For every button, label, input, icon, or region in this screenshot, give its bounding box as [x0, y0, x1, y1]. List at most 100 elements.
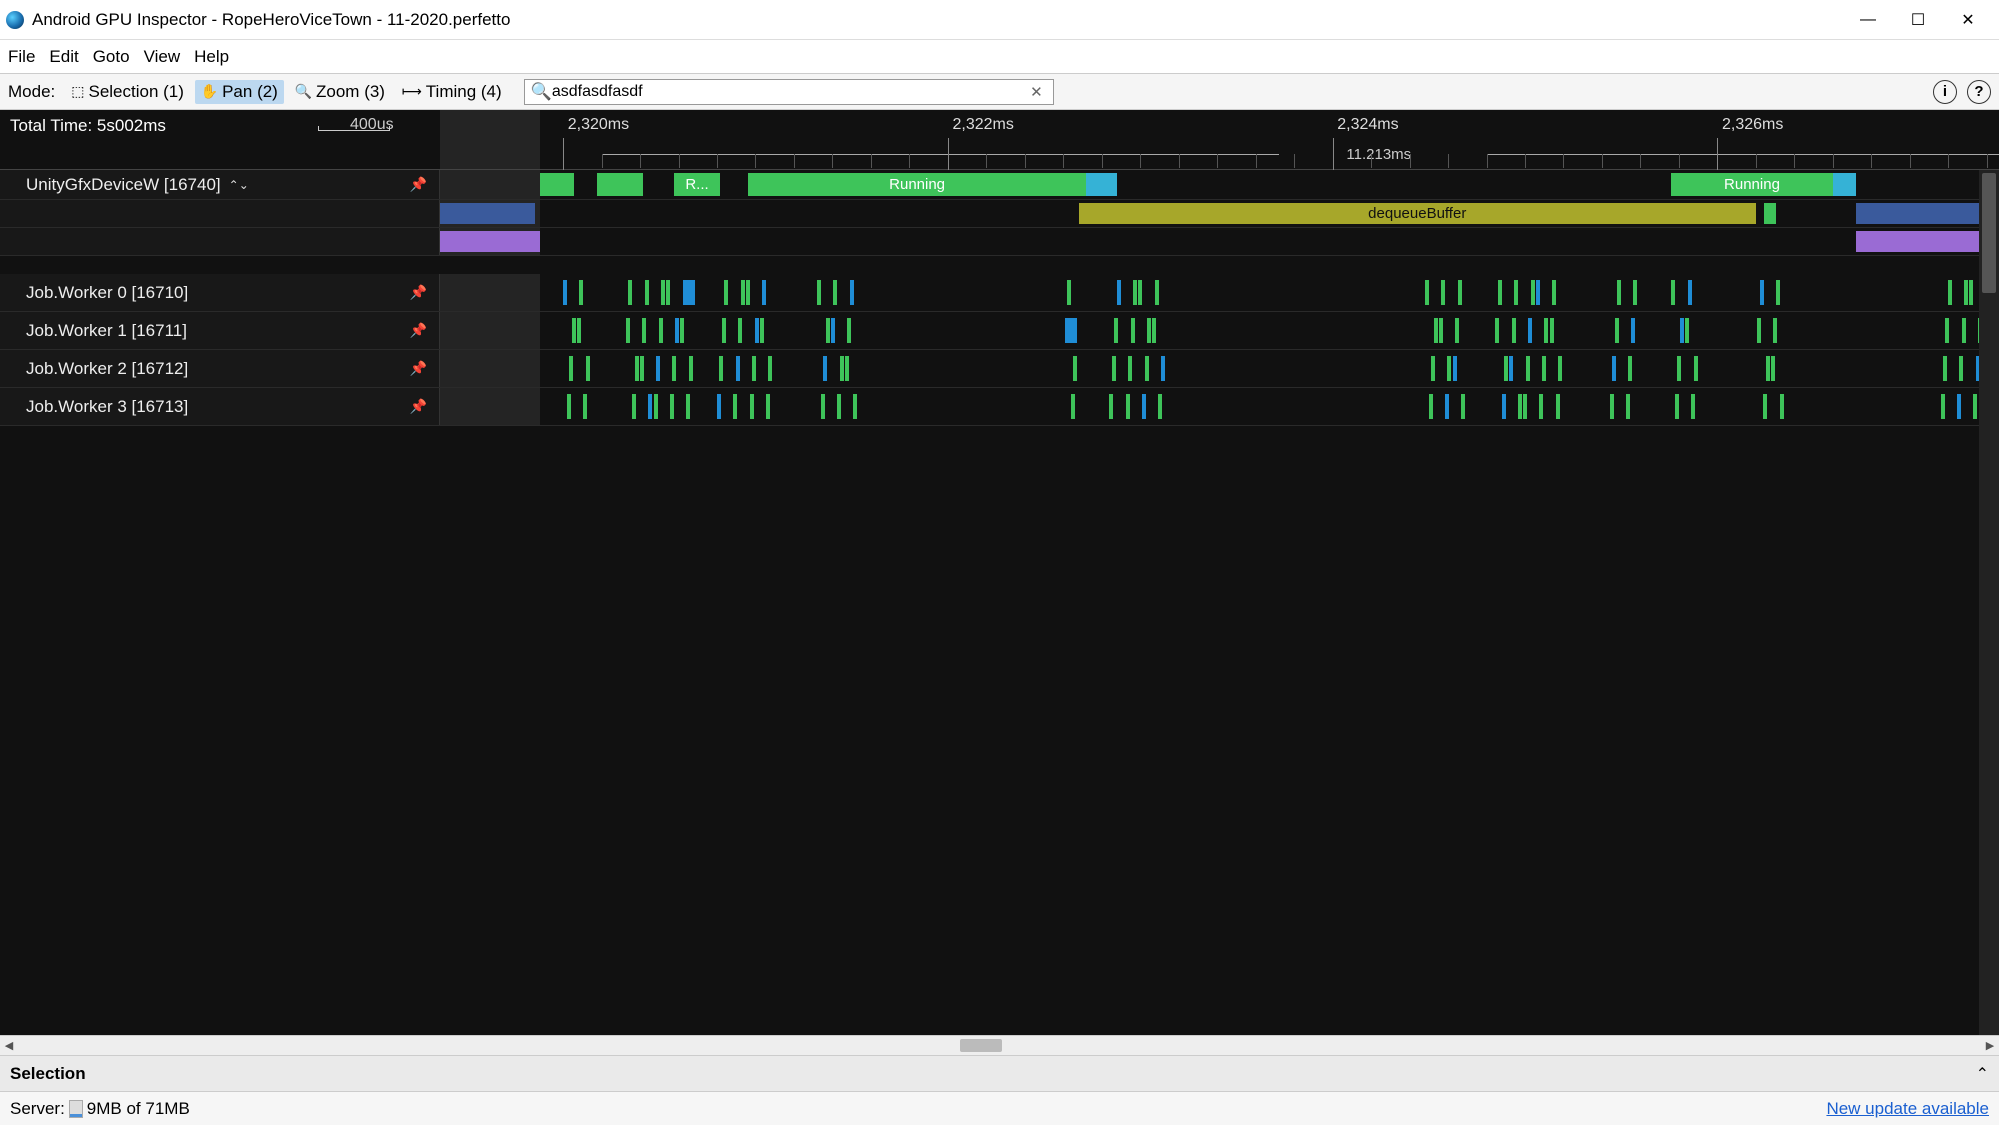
trace-tick[interactable]	[689, 356, 693, 381]
trace-tick[interactable]	[1766, 356, 1770, 381]
time-ruler[interactable]: Total Time: 5s002ms 400us 11.213ms2,320m…	[0, 110, 1999, 170]
trace-tick[interactable]	[675, 318, 679, 343]
minimize-button[interactable]: —	[1843, 0, 1893, 40]
close-button[interactable]: ✕	[1943, 0, 1993, 40]
trace-tick[interactable]	[1671, 280, 1675, 305]
track-worker[interactable]: Job.Worker 2 [16712]📌	[0, 350, 1999, 388]
trace-tick[interactable]	[569, 356, 573, 381]
trace-tick[interactable]	[1615, 318, 1619, 343]
collapse-icon[interactable]: ⌃⌄	[229, 178, 249, 192]
trace-slice[interactable]	[540, 173, 574, 196]
trace-tick[interactable]	[845, 356, 849, 381]
trace-slice[interactable]	[440, 231, 540, 252]
trace-tick[interactable]	[1691, 394, 1695, 419]
trace-slice[interactable]	[1086, 173, 1117, 196]
trace-tick[interactable]	[1780, 394, 1784, 419]
pin-icon[interactable]: 📌	[410, 360, 427, 377]
trace-tick[interactable]	[1685, 318, 1689, 343]
trace-tick[interactable]	[1138, 280, 1142, 305]
trace-tick[interactable]	[1941, 394, 1945, 419]
trace-tick[interactable]	[1694, 356, 1698, 381]
trace-tick[interactable]	[666, 280, 670, 305]
trace-tick[interactable]	[1945, 318, 1949, 343]
track-label-worker[interactable]: Job.Worker 1 [16711]📌	[0, 312, 440, 349]
trace-tick[interactable]	[1550, 318, 1554, 343]
update-link[interactable]: New update available	[1826, 1099, 1989, 1119]
trace-tick[interactable]	[741, 280, 745, 305]
trace-slice[interactable]	[1764, 203, 1776, 224]
trace-tick[interactable]	[1155, 280, 1159, 305]
track-lane[interactable]	[440, 388, 1979, 425]
trace-tick[interactable]	[1458, 280, 1462, 305]
menu-file[interactable]: File	[8, 47, 35, 67]
trace-tick[interactable]	[840, 356, 844, 381]
trace-tick[interactable]	[850, 280, 854, 305]
track-lane[interactable]	[440, 274, 1979, 311]
trace-tick[interactable]	[1126, 394, 1130, 419]
trace-tick[interactable]	[1959, 356, 1963, 381]
trace-tick[interactable]	[683, 280, 695, 305]
search-clear-icon[interactable]: ✕	[1026, 83, 1047, 101]
trace-tick[interactable]	[1498, 280, 1502, 305]
trace-tick[interactable]	[1425, 280, 1429, 305]
trace-tick[interactable]	[1073, 356, 1077, 381]
track-worker[interactable]: Job.Worker 0 [16710]📌	[0, 274, 1999, 312]
mode-zoom[interactable]: 🔍Zoom (3)	[289, 80, 391, 104]
track-lane[interactable]	[440, 350, 1979, 387]
trace-tick[interactable]	[736, 356, 740, 381]
trace-tick[interactable]	[821, 394, 825, 419]
pin-icon[interactable]: 📌	[410, 398, 427, 415]
trace-tick[interactable]	[1509, 356, 1513, 381]
trace-tick[interactable]	[1964, 280, 1968, 305]
trace-slice[interactable]: R...	[674, 173, 720, 196]
menu-edit[interactable]: Edit	[49, 47, 78, 67]
trace-tick[interactable]	[680, 318, 684, 343]
track-unitygfx[interactable]: UnityGfxDeviceW [16740] ⌃⌄ 📌 R...Running…	[0, 170, 1999, 200]
trace-tick[interactable]	[640, 356, 644, 381]
trace-tick[interactable]	[628, 280, 632, 305]
trace-tick[interactable]	[1633, 280, 1637, 305]
trace-tick[interactable]	[1109, 394, 1113, 419]
trace-tick[interactable]	[1526, 356, 1530, 381]
track-worker[interactable]: Job.Worker 1 [16711]📌	[0, 312, 1999, 350]
vertical-scrollbar[interactable]	[1979, 170, 1999, 1035]
trace-tick[interactable]	[1969, 280, 1973, 305]
track-lane[interactable]: R...RunningRunning	[440, 170, 1979, 199]
trace-tick[interactable]	[847, 318, 851, 343]
trace-tick[interactable]	[1447, 356, 1451, 381]
trace-tick[interactable]	[648, 394, 652, 419]
trace-tick[interactable]	[1461, 394, 1465, 419]
track-lane[interactable]: queueBuffer	[440, 228, 1979, 255]
trace-tick[interactable]	[1441, 280, 1445, 305]
trace-tick[interactable]	[1512, 318, 1516, 343]
trace-tick[interactable]	[722, 318, 726, 343]
trace-tick[interactable]	[635, 356, 639, 381]
trace-tick[interactable]	[1626, 394, 1630, 419]
scroll-right-icon[interactable]: ▶	[1981, 1039, 1999, 1052]
trace-tick[interactable]	[762, 280, 766, 305]
track-lane[interactable]: dequeueBuffereglSwapBuffers	[440, 200, 1979, 227]
scroll-left-icon[interactable]: ◀	[0, 1039, 18, 1052]
selection-panel[interactable]: Selection ⌃	[0, 1055, 1999, 1091]
trace-tick[interactable]	[853, 394, 857, 419]
trace-tick[interactable]	[1558, 356, 1562, 381]
track-unitygfx-sub1[interactable]: dequeueBuffereglSwapBuffers	[0, 200, 1999, 228]
trace-tick[interactable]	[686, 394, 690, 419]
search-input[interactable]	[552, 83, 1026, 101]
trace-tick[interactable]	[766, 394, 770, 419]
trace-tick[interactable]	[1948, 280, 1952, 305]
trace-tick[interactable]	[1434, 318, 1438, 343]
trace-tick[interactable]	[572, 318, 576, 343]
track-worker[interactable]: Job.Worker 3 [16713]📌	[0, 388, 1999, 426]
track-label-worker[interactable]: Job.Worker 2 [16712]📌	[0, 350, 440, 387]
trace-tick[interactable]	[752, 356, 756, 381]
info-icon[interactable]: i	[1933, 80, 1957, 104]
trace-tick[interactable]	[823, 356, 827, 381]
menu-view[interactable]: View	[144, 47, 181, 67]
trace-tick[interactable]	[733, 394, 737, 419]
pin-icon[interactable]: 📌	[410, 322, 427, 339]
trace-tick[interactable]	[1776, 280, 1780, 305]
track-lane[interactable]	[440, 312, 1979, 349]
horizontal-scrollbar[interactable]: ◀ ▶	[0, 1035, 1999, 1055]
trace-tick[interactable]	[1528, 318, 1532, 343]
